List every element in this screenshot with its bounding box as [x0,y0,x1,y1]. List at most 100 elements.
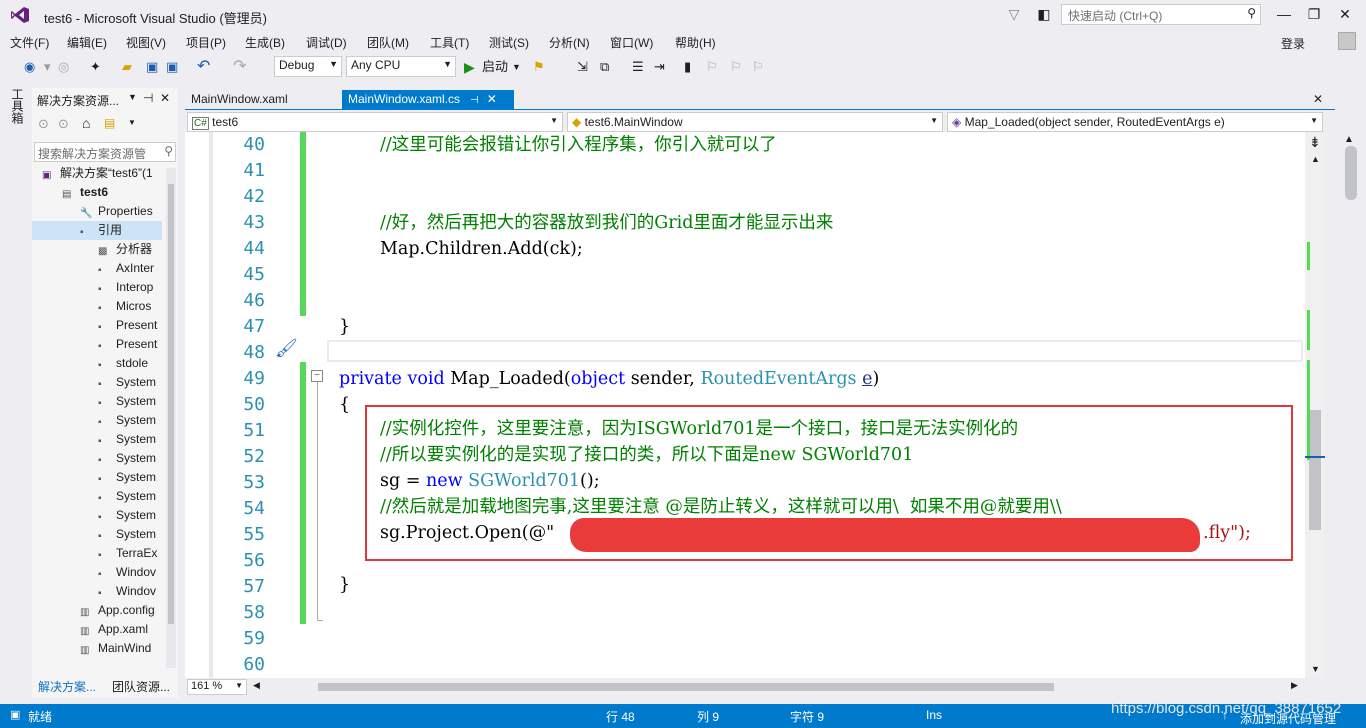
forward-icon[interactable]: ⊙ [58,116,69,132]
tree-item[interactable]: ▥ App.config [80,601,155,620]
tree-item[interactable]: ▪ 引用 [32,221,162,240]
scroll-left-icon[interactable]: ◀ [253,680,260,691]
menu-test[interactable]: 测试(S) [489,34,529,51]
tree-item[interactable]: ▩ 分析器 [98,240,152,259]
scrollbar-thumb[interactable] [1309,410,1321,530]
chevron-down-icon[interactable]: ▼ [128,92,137,102]
close-icon[interactable]: ✕ [487,92,497,106]
tree-item[interactable]: ▣ 解决方案“test6”(1 [42,164,153,183]
chevron-down-icon[interactable]: ▼ [512,57,521,77]
zoom-select[interactable]: 161 % ▼ [187,679,247,695]
notification-filter-icon[interactable]: ▽ [1004,5,1024,23]
tree-item[interactable]: ▪ System [98,430,156,449]
minimize-button[interactable]: — [1274,5,1294,23]
close-button[interactable]: ✕ [1335,5,1355,23]
tree-item[interactable]: ▥ App.xaml [80,620,148,639]
undo-icon[interactable]: ↶ [197,57,210,77]
tree-item[interactable]: ▪ System [98,487,156,506]
indent-icon[interactable]: ⇥ [654,57,665,77]
quick-launch-input[interactable]: 快速启动 (Ctrl+Q) ⚲ [1061,4,1261,25]
close-icon[interactable]: ✕ [160,91,170,105]
tab-team-explorer[interactable]: 团队资源... [112,678,170,695]
solution-configuration-select[interactable]: Debug ▼ [274,56,342,77]
chevron-down-icon[interactable]: ▼ [128,118,136,127]
tree-item[interactable]: ▪ System [98,411,156,430]
tree-item[interactable]: ▥ MainWind [80,639,151,658]
avatar[interactable] [1338,32,1356,50]
tree-item[interactable]: ▪ Windov [98,563,156,582]
start-button[interactable]: 启动 [482,57,508,77]
quick-actions-icon[interactable]: 🖌 [275,338,298,360]
tree-item[interactable]: ▪ Present [98,316,157,335]
scroll-up-icon[interactable]: ▲ [1344,134,1354,145]
close-icon[interactable]: ✕ [1313,92,1323,106]
redo-icon[interactable]: ↷ [233,57,246,77]
tree-item[interactable]: ▪ System [98,506,156,525]
solution-platform-select[interactable]: Any CPU ▼ [346,56,456,77]
collapse-icon[interactable]: − [311,370,323,382]
back-icon[interactable]: ⊙ [38,116,49,132]
member-select[interactable]: ◈ Map_Loaded(object sender, RoutedEventA… [947,112,1323,132]
tree-item[interactable]: ▪ Interop [98,278,153,297]
bookmark-icon[interactable]: ▮ [684,57,691,77]
tree-item[interactable]: 🔧 Properties [80,202,153,221]
step-icon[interactable]: ⇲ [577,57,588,77]
format-icon[interactable]: ☰ [632,57,644,77]
new-project-icon[interactable]: ✦ [90,57,101,77]
horizontal-scroll-thumb[interactable] [318,683,1054,691]
split-icon[interactable]: ⇟ [1309,134,1321,151]
menu-tools[interactable]: 工具(T) [430,34,469,51]
menu-project[interactable]: 项目(P) [186,34,226,51]
tab-mainwindow-xaml-cs[interactable]: MainWindow.xaml.cs ⊣ ✕ [342,90,514,110]
menu-analyze[interactable]: 分析(N) [549,34,590,51]
scroll-right-icon[interactable]: ▶ [1291,680,1298,691]
menu-view[interactable]: 视图(V) [126,34,166,51]
tree-item[interactable]: ▪ System [98,449,156,468]
project-select[interactable]: C# test6 ▼ [187,112,563,132]
scrollbar-thumb[interactable] [168,184,174,624]
layout-icon[interactable]: ⧉ [600,57,609,77]
toolbox-tab[interactable]: 工具箱 [9,88,24,124]
navigate-back-icon[interactable]: ◉ [24,57,35,77]
menu-edit[interactable]: 编辑(E) [67,34,107,51]
scroll-up-icon[interactable]: ▲ [1311,154,1320,164]
open-file-icon[interactable]: ▰ [122,57,132,77]
tree-item[interactable]: ▪ System [98,468,156,487]
tree-item[interactable]: ▪ stdole [98,354,148,373]
tree-item[interactable]: ▪ System [98,525,156,544]
solution-scrollbar[interactable] [166,168,176,668]
class-select[interactable]: ◆ test6.MainWindow ▼ [567,112,943,132]
add-to-source-control[interactable]: 添加到源代码管理 [1240,710,1336,727]
menu-help[interactable]: 帮助(H) [675,34,716,51]
navigate-forward-icon[interactable]: ◎ [58,57,69,77]
tree-item[interactable]: ▪ Micros [98,297,151,316]
restore-button[interactable]: ❐ [1304,5,1324,23]
tree-item[interactable]: ▤ test6 [62,183,108,202]
scrollbar-thumb[interactable] [1345,146,1357,200]
start-play-icon[interactable]: ▶ [464,57,475,77]
login-link[interactable]: 登录 [1281,35,1305,52]
menu-team[interactable]: 团队(M) [367,34,409,51]
tree-item[interactable]: ▪ AxInter [98,259,154,278]
browser-link-icon[interactable]: ⚑ [533,57,545,77]
tab-solution-explorer[interactable]: 解决方案... [38,678,96,695]
sync-view-icon[interactable]: ▤ [104,116,115,130]
tree-item[interactable]: ▪ Present [98,335,157,354]
editor-vertical-scrollbar[interactable]: ⇟ ▲ ▼ [1305,132,1325,678]
save-icon[interactable]: ▣ [146,57,158,77]
feedback-icon[interactable]: ◧ [1034,5,1054,23]
tree-item[interactable]: ▪ Windov [98,582,156,601]
chevron-down-icon[interactable]: ▾ [44,57,51,77]
menu-debug[interactable]: 调试(D) [306,34,347,51]
home-icon[interactable]: ⌂ [82,115,90,131]
pin-icon[interactable]: ⊣ [470,95,479,106]
solution-search-input[interactable]: 搜索解决方案资源管 ⚲ [34,142,176,162]
clear-bookmark-icon[interactable]: ⚐ [752,57,764,77]
menu-file[interactable]: 文件(F) [10,34,49,51]
tree-item[interactable]: ▪ System [98,392,156,411]
pin-icon[interactable]: ⊣ [143,91,153,105]
tab-mainwindow-xaml[interactable]: MainWindow.xaml [185,90,294,110]
tree-item[interactable]: ▪ TerraEx [98,544,157,563]
tree-item[interactable]: ▪ System [98,373,156,392]
prev-bookmark-icon[interactable]: ⚐ [706,57,718,77]
